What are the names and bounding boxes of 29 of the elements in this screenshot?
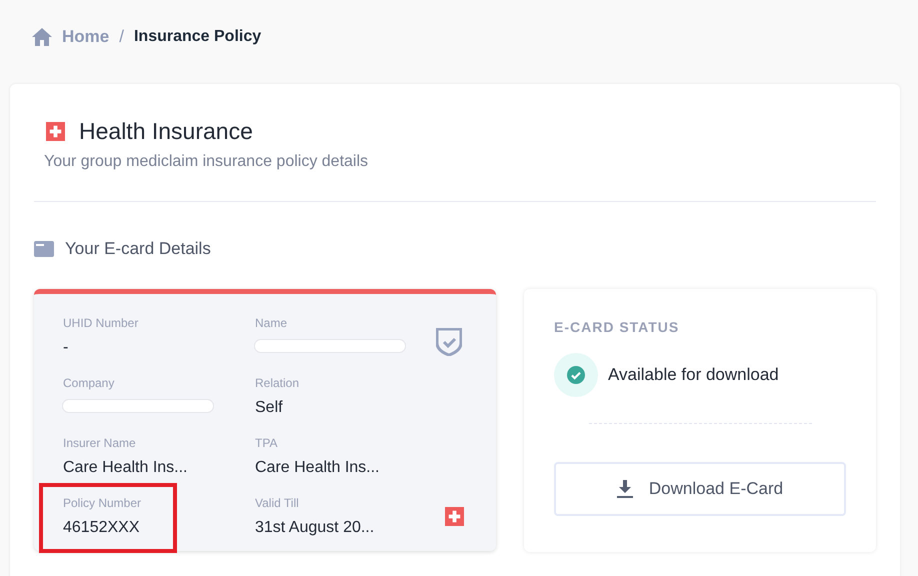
status-heading: E-CARD STATUS: [554, 319, 680, 335]
breadcrumb-current: Insurance Policy: [134, 28, 262, 46]
card-icon: [34, 241, 54, 257]
download-icon: [616, 480, 633, 498]
field-label: UHID Number: [63, 316, 140, 330]
page-title: Health Insurance: [79, 118, 253, 145]
field-label: Relation: [255, 376, 300, 390]
shield-check-icon: [436, 328, 462, 356]
field-label: TPA: [255, 436, 278, 450]
field-value: Care Health Ins...: [255, 459, 380, 477]
field-label: Name: [255, 316, 288, 330]
check-circle-icon: [567, 366, 585, 384]
page-subtitle: Your group mediclaim insurance policy details: [43, 153, 370, 171]
download-button[interactable]: Download E-Card: [554, 462, 846, 516]
home-icon[interactable]: [32, 28, 52, 46]
field-value: Care Health Ins...: [63, 459, 188, 477]
medical-cross-icon: [46, 122, 65, 141]
field-value: -: [63, 339, 70, 357]
section-title: Your E-card Details: [65, 239, 211, 259]
field-value: Self: [255, 399, 284, 417]
field-value: 31st August 20...: [255, 519, 376, 537]
breadcrumb-separator: /: [119, 27, 124, 47]
field-value: 46152XXX: [63, 519, 141, 537]
field-label: Company: [63, 376, 116, 390]
medical-cross-icon: [445, 507, 464, 526]
status-text: Available for download: [608, 365, 779, 385]
field-label: Policy Number: [63, 496, 142, 510]
field-label: Insurer Name: [63, 436, 137, 450]
field-label: Valid Till: [255, 496, 300, 510]
